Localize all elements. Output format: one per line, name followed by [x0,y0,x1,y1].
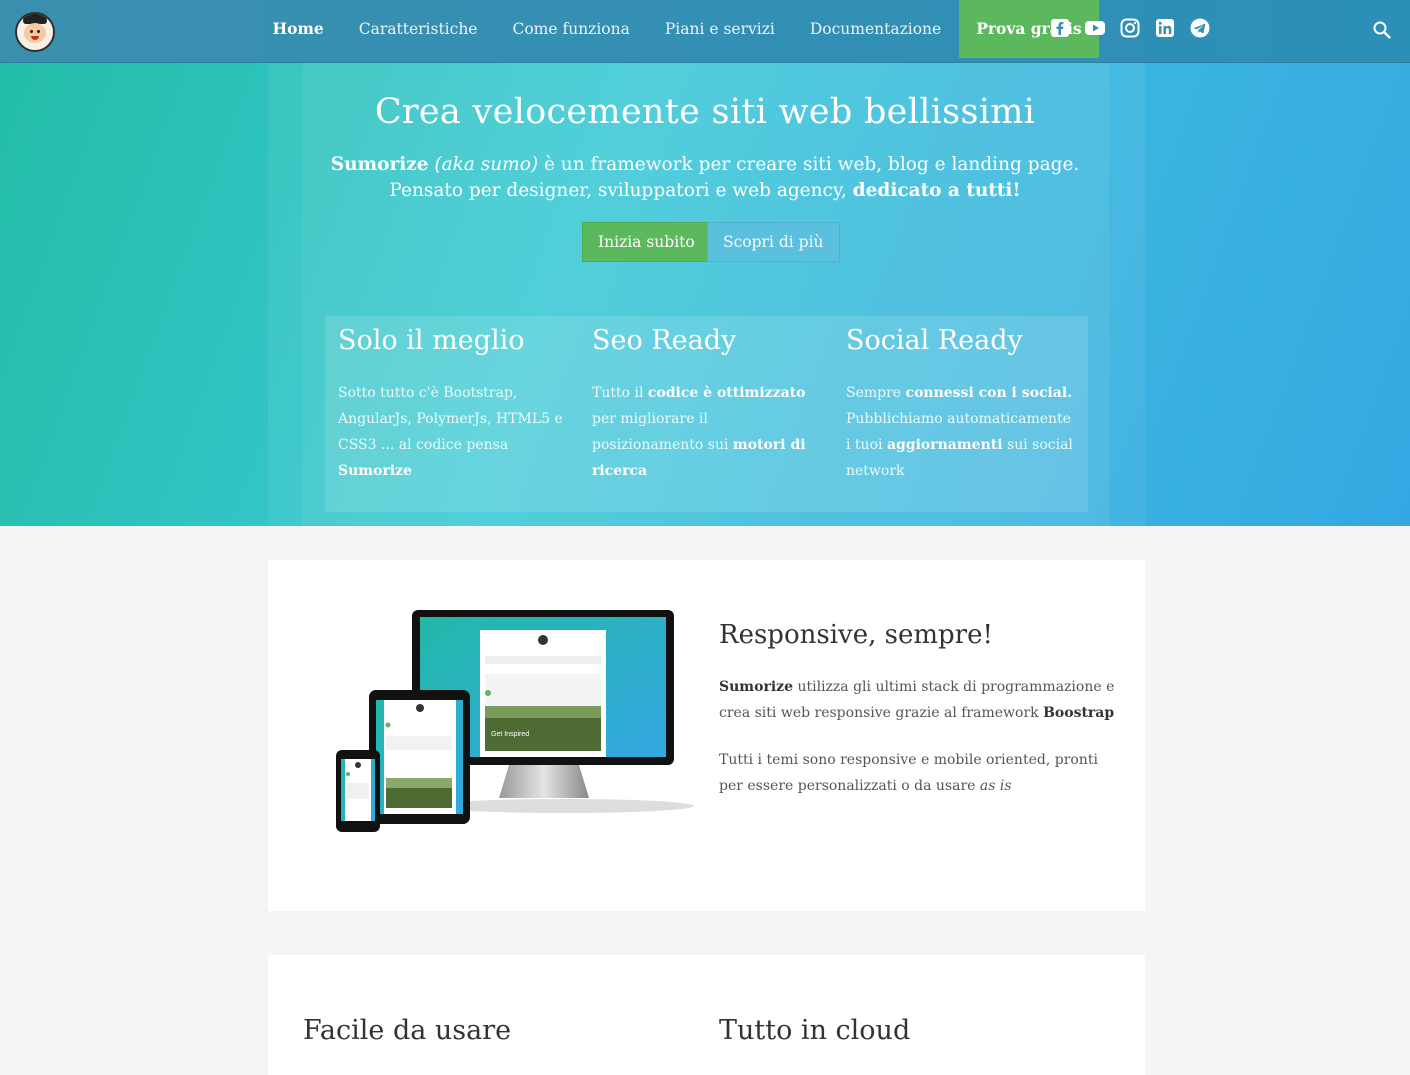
search-icon[interactable] [1372,20,1392,40]
nav-item-caratteristiche[interactable]: Caratteristiche [341,0,495,58]
linkedin-icon[interactable] [1155,18,1175,38]
scopri-di-piu-button[interactable]: Scopri di più [707,222,840,262]
tutto-in-cloud-title: Tutto in cloud [719,1015,911,1046]
top-navbar: Home Caratteristiche Come funziona Piani… [0,0,1410,63]
responsive-text: Sumorize utilizza gli ultimi stack di pr… [719,679,1115,794]
feature-solo-il-meglio: Solo il meglio Sotto tutto c'è Bootstrap… [338,325,568,484]
hero-subtitle-line-1: Sumorize (aka sumo) è un framework per c… [330,154,1080,175]
responsive-devices-illustration: Get Inspired [336,610,694,832]
hero-title: Crea velocemente siti web bellissimi [374,92,1036,132]
device-caption: Get Inspired [491,731,529,738]
social-links [1050,18,1225,38]
feature-seo-ready: Seo Ready Tutto il codice è ottimizzato … [592,325,822,484]
nav-item-come-funziona[interactable]: Come funziona [495,0,647,58]
nav-item-documentazione[interactable]: Documentazione [792,0,958,58]
feature-title: Social Ready [846,325,1023,356]
facebook-icon[interactable] [1050,18,1070,38]
responsive-card: Get Inspired Responsive, sempre! Sumoriz… [268,560,1145,911]
telegram-icon[interactable] [1190,18,1210,38]
feature-title: Seo Ready [592,325,737,356]
feature-text: Tutto il codice è ottimizzato per miglio… [592,385,806,479]
hero-subtitle-line-2: Pensato per designer, sviluppatori e web… [389,180,1021,201]
inizia-subito-button[interactable]: Inizia subito [582,222,711,262]
responsive-title: Responsive, sempre! [719,620,993,650]
hero-section: Crea velocemente siti web bellissimi Sum… [0,62,1410,526]
nav-item-piani-e-servizi[interactable]: Piani e servizi [647,0,792,58]
nav-item-home[interactable]: Home [255,0,341,58]
brand-aka: (aka sumo) [434,154,539,175]
feature-text: Sempre connessi con i social. Pubblichia… [846,385,1073,479]
main-menu: Home Caratteristiche Come funziona Piani… [255,0,1100,58]
feature-text: Sotto tutto c'è Bootstrap, AngularJs, Po… [338,385,563,479]
sumorize-logo[interactable] [15,12,55,52]
facile-da-usare-title: Facile da usare [303,1015,512,1046]
brand-name: Sumorize [330,154,429,175]
youtube-icon[interactable] [1085,18,1105,38]
instagram-icon[interactable] [1120,18,1140,38]
ease-cloud-card: Facile da usare Tutto in cloud [268,955,1145,1075]
feature-title: Solo il meglio [338,325,525,356]
feature-social-ready: Social Ready Sempre connessi con i socia… [846,325,1076,484]
